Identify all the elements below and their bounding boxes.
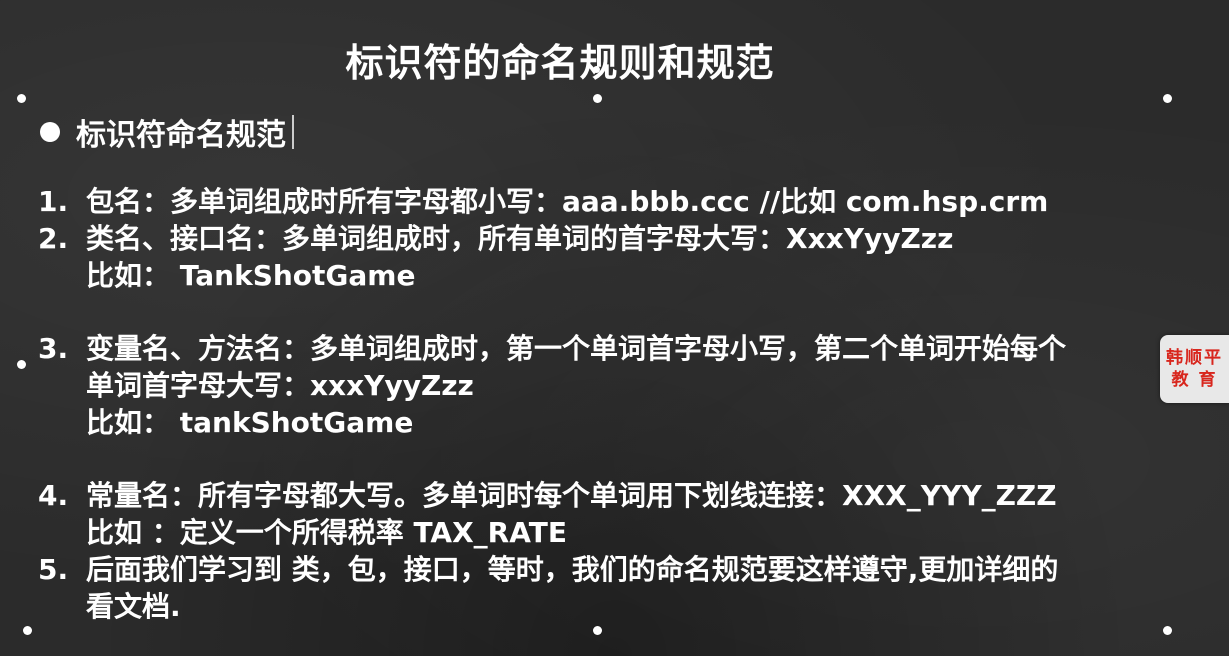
resize-handle-bottom[interactable] <box>593 626 602 635</box>
item-example: 比如： tankShotGame <box>86 406 414 439</box>
section-heading: 标识符命名规范 <box>76 118 286 153</box>
rotate-handle[interactable] <box>593 66 600 73</box>
item-example: 比如： TankShotGame <box>86 259 416 292</box>
list-item: 2. 类名、接口名：多单词组成时，所有单词的首字母大写：XxxYyyZzz 比如… <box>38 220 1148 294</box>
resize-handle-top-right[interactable] <box>1163 94 1172 103</box>
item-text-continued: 单词首字母大写：xxxYyyZzz <box>86 369 474 402</box>
rules-list: 1. 包名：多单词组成时所有字母都小写：aaa.bbb.ccc //比如 com… <box>38 183 1148 625</box>
item-text: 变量名、方法名：多单词组成时，第一个单词首字母小写，第二个单词开始每个 <box>86 332 1067 365</box>
item-text-continued: 看文档. <box>86 590 181 623</box>
brand-logo: 韩顺平 教 育 <box>1160 335 1229 403</box>
resize-handle-top-left[interactable] <box>17 94 26 103</box>
list-item: 4. 常量名：所有字母都大写。多单词时每个单词用下划线连接：XXX_YYY_ZZ… <box>38 477 1148 551</box>
item-example: 比如 ：定义一个所得税率 TAX_RATE <box>86 516 567 549</box>
bullet-icon <box>40 122 60 142</box>
item-number: 4. <box>38 479 69 512</box>
item-text: 后面我们学习到 类，包，接口，等时，我们的命名规范要这样遵守,更加详细的 <box>86 553 1059 586</box>
list-item: 5. 后面我们学习到 类，包，接口，等时，我们的命名规范要这样遵守,更加详细的 … <box>38 551 1148 625</box>
item-number: 2. <box>38 222 69 255</box>
list-item: 1. 包名：多单词组成时所有字母都小写：aaa.bbb.ccc //比如 com… <box>38 183 1148 220</box>
logo-line-1: 韩顺平 <box>1166 348 1223 368</box>
item-text: 包名：多单词组成时所有字母都小写：aaa.bbb.ccc //比如 com.hs… <box>86 185 1049 218</box>
resize-handle-bottom-left[interactable] <box>23 626 32 635</box>
resize-handle-bottom-right[interactable] <box>1163 626 1172 635</box>
resize-handle-top[interactable] <box>593 94 602 103</box>
section-header: 标识符命名规范 <box>40 110 294 154</box>
item-text: 常量名：所有字母都大写。多单词时每个单词用下划线连接：XXX_YYY_ZZZ <box>86 479 1057 512</box>
item-number: 3. <box>38 332 69 365</box>
item-number: 1. <box>38 185 69 218</box>
logo-line-2: 教 育 <box>1171 370 1218 390</box>
list-item: 3. 变量名、方法名：多单词组成时，第一个单词首字母小写，第二个单词开始每个 单… <box>38 330 1148 441</box>
slide-title: 标识符的命名规则和规范 <box>345 41 775 85</box>
item-text: 类名、接口名：多单词组成时，所有单词的首字母大写：XxxYyyZzz <box>86 222 954 255</box>
text-cursor <box>292 115 294 149</box>
item-number: 5. <box>38 553 69 586</box>
resize-handle-left[interactable] <box>17 360 26 369</box>
